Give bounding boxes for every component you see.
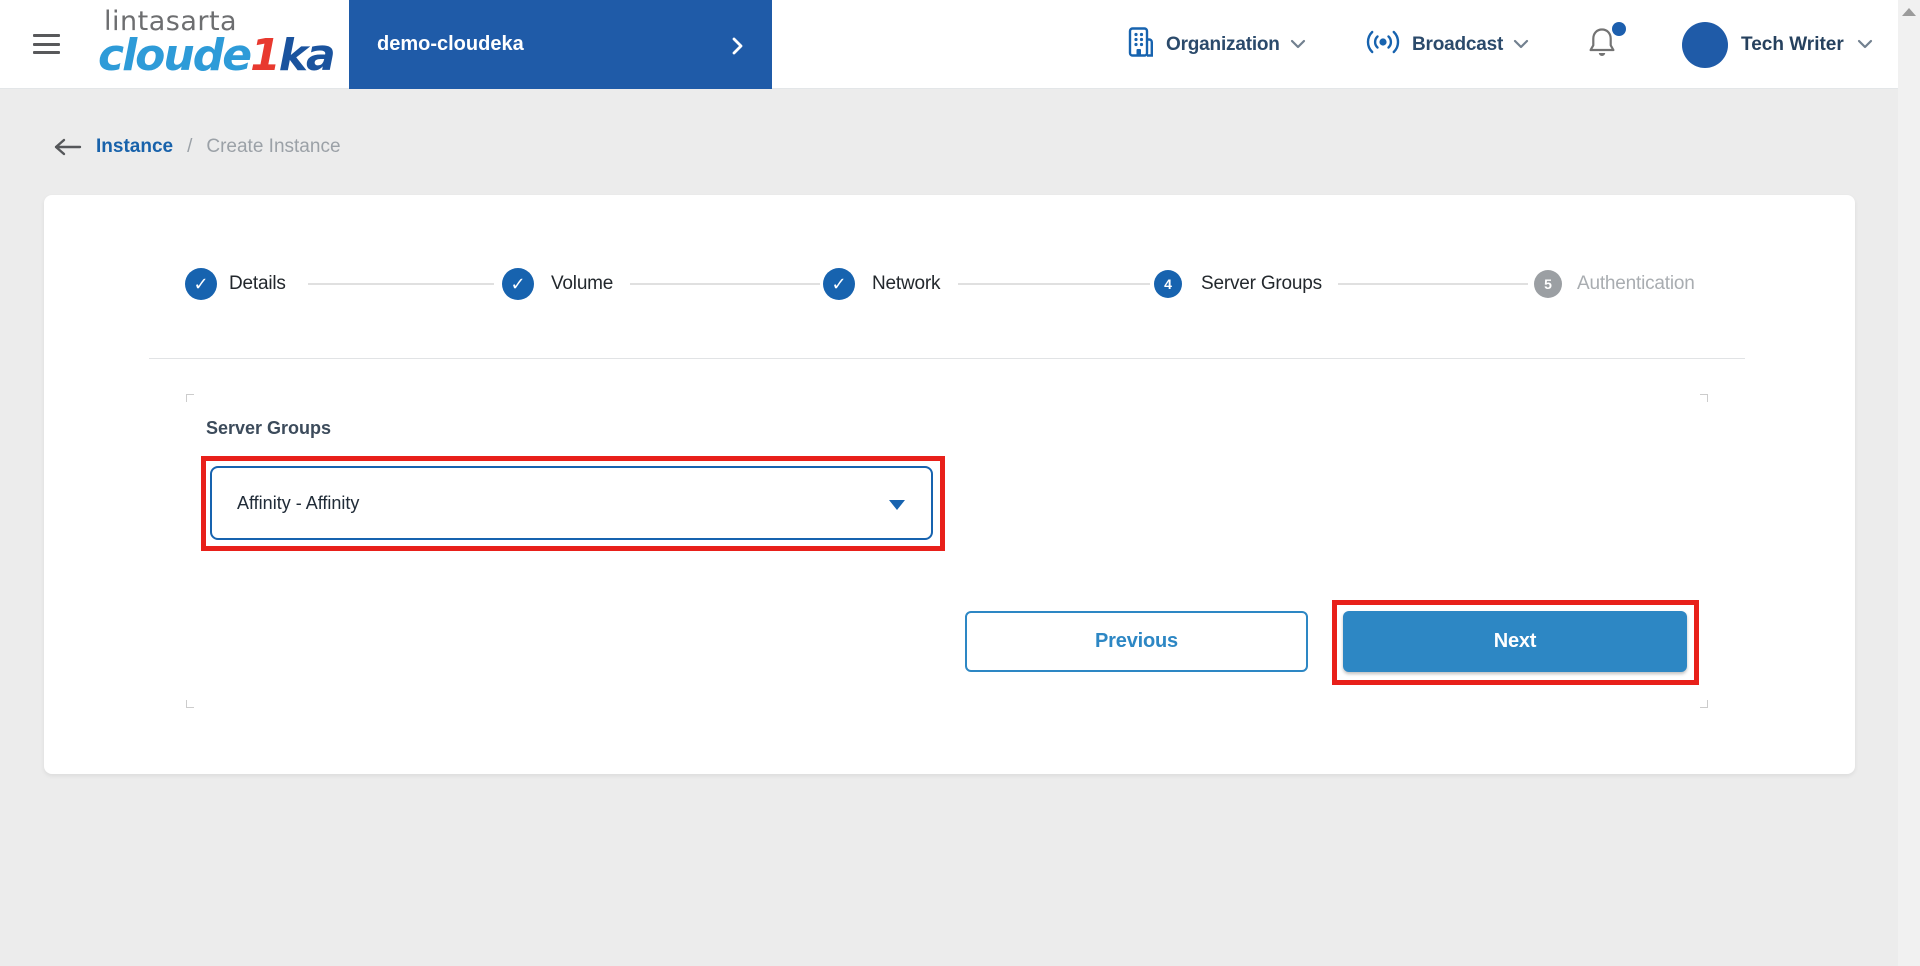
chevron-right-icon xyxy=(732,37,744,60)
bell-icon xyxy=(1586,28,1618,64)
step-connector xyxy=(308,283,494,285)
broadcast-icon xyxy=(1364,28,1402,61)
step-volume-check-icon: ✓ xyxy=(502,268,534,300)
notifications-button[interactable] xyxy=(1586,22,1630,64)
user-menu[interactable]: Tech Writer xyxy=(1682,0,1873,89)
back-arrow-icon[interactable] xyxy=(52,137,82,157)
breadcrumb-current: Create Instance xyxy=(206,136,341,157)
project-selector[interactable]: demo-cloudeka xyxy=(349,0,772,89)
chevron-down-icon xyxy=(1290,36,1306,54)
step-connector xyxy=(1338,283,1528,285)
step-details-label: Details xyxy=(229,273,286,294)
user-name: Tech Writer xyxy=(1741,33,1844,55)
breadcrumb: Instance / Create Instance xyxy=(52,136,341,158)
breadcrumb-instance-link[interactable]: Instance xyxy=(96,136,173,158)
broadcast-menu[interactable]: Broadcast xyxy=(1364,0,1529,89)
corner-tick xyxy=(186,700,194,708)
caret-down-icon xyxy=(889,500,905,510)
organization-menu[interactable]: Organization xyxy=(1126,0,1306,89)
step-authentication-label: Authentication xyxy=(1577,273,1695,294)
previous-button[interactable]: Previous xyxy=(965,611,1308,672)
next-button[interactable]: Next xyxy=(1343,611,1687,672)
breadcrumb-separator: / xyxy=(187,136,193,157)
step-details-check-icon: ✓ xyxy=(185,268,217,300)
organization-label: Organization xyxy=(1166,33,1280,55)
step-network-check-icon: ✓ xyxy=(823,268,855,300)
organization-building-icon xyxy=(1126,26,1156,63)
step-authentication-number: 5 xyxy=(1534,270,1562,298)
chevron-down-icon xyxy=(1513,36,1529,54)
user-avatar xyxy=(1682,21,1728,68)
step-connector xyxy=(630,283,820,285)
server-groups-field-label: Server Groups xyxy=(206,418,332,438)
hamburger-menu-icon[interactable] xyxy=(33,34,60,54)
server-groups-dropdown[interactable]: Affinity - Affinity xyxy=(210,466,933,540)
cloudeka-wordmark: cloude1ka xyxy=(98,30,336,81)
app-header: lintasarta cloude1ka demo-cloudeka Organ… xyxy=(0,0,1920,89)
scroll-up-arrow-icon[interactable] xyxy=(1902,8,1916,16)
step-server-groups-number: 4 xyxy=(1154,270,1182,298)
corner-tick xyxy=(1700,700,1708,708)
page-scrollbar[interactable] xyxy=(1898,0,1920,966)
notification-badge xyxy=(1612,22,1626,36)
broadcast-label: Broadcast xyxy=(1412,33,1504,55)
step-volume-label: Volume xyxy=(551,273,614,294)
step-connector xyxy=(958,283,1150,285)
cloudeka-logo[interactable]: lintasarta cloude1ka xyxy=(98,6,336,81)
corner-tick xyxy=(1700,394,1708,402)
server-groups-selected-value: Affinity - Affinity xyxy=(237,492,360,513)
chevron-down-icon xyxy=(1857,36,1873,54)
corner-tick xyxy=(186,394,194,402)
step-network-label: Network xyxy=(872,273,941,294)
project-name: demo-cloudeka xyxy=(377,33,524,55)
stepper-divider xyxy=(149,358,1745,359)
step-server-groups-label: Server Groups xyxy=(1201,273,1322,294)
